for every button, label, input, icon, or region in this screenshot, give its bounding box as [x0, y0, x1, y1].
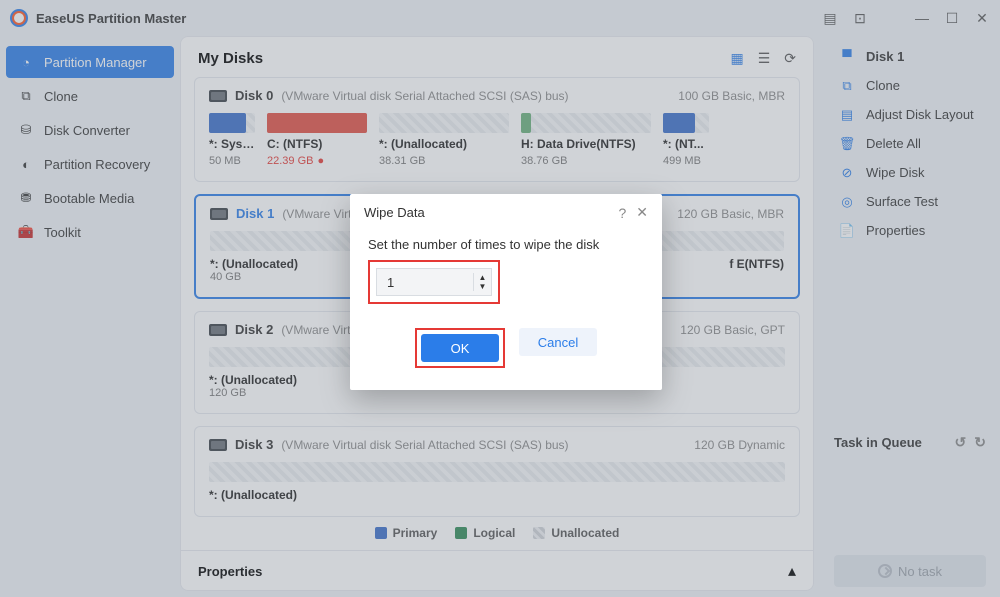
dialog-title: Wipe Data: [364, 205, 608, 220]
wipe-count-stepper[interactable]: 1 ▲ ▼: [376, 268, 492, 296]
dialog-prompt: Set the number of times to wipe the disk: [368, 237, 644, 252]
stepper-down-icon[interactable]: ▼: [474, 282, 491, 291]
cancel-label: Cancel: [538, 335, 578, 350]
highlight-box-stepper: 1 ▲ ▼: [368, 260, 500, 304]
wipe-count-value[interactable]: 1: [377, 275, 473, 290]
ok-label: OK: [451, 341, 470, 356]
wipe-data-dialog: Wipe Data ? ✕ Set the number of times to…: [350, 194, 662, 390]
cancel-button[interactable]: Cancel: [519, 328, 597, 356]
dialog-close-icon[interactable]: ✕: [636, 204, 648, 221]
stepper-up-icon[interactable]: ▲: [474, 273, 491, 282]
help-icon[interactable]: ?: [618, 205, 626, 221]
ok-button[interactable]: OK: [421, 334, 499, 362]
highlight-box-ok: OK: [415, 328, 505, 368]
